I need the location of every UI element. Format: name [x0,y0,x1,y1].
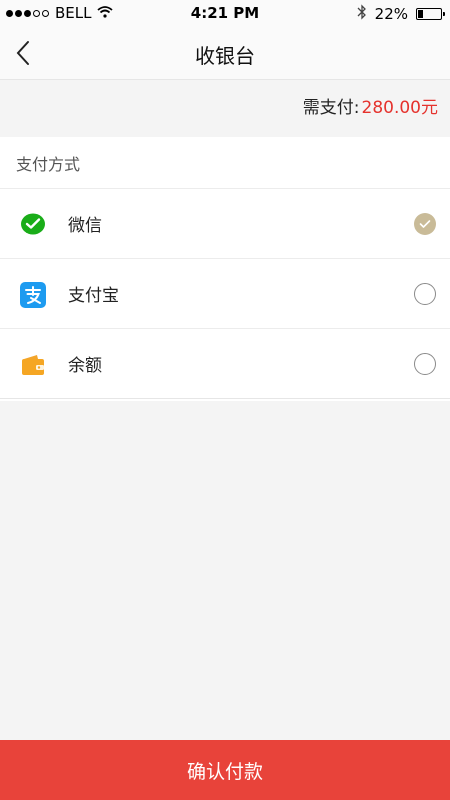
battery-percent: 22% [374,5,408,23]
radio-selected[interactable] [414,213,436,235]
payment-option-label: 余额 [68,356,102,376]
radio-unselected[interactable] [414,283,436,305]
bluetooth-icon [357,4,367,24]
battery-icon [416,8,445,20]
wallet-icon [20,352,46,378]
check-icon [419,220,431,228]
payment-option-label: 微信 [68,216,102,236]
alipay-icon [20,282,46,308]
wechat-icon [20,212,46,238]
status-bar: BELL 4:21 PM 22% [0,0,450,26]
status-right: 22% [357,4,445,24]
page-title: 收银台 [195,44,255,68]
amount-label: 需支付: [302,97,360,118]
amount-bar: 需支付: 280.00元 [0,81,450,129]
payment-section-title: 支付方式 [0,137,450,189]
confirm-payment-button[interactable]: 确认付款 [0,740,450,800]
radio-unselected[interactable] [414,353,436,375]
nav-bar: 收银台 [0,26,450,80]
payment-option-alipay[interactable]: 支付宝 [0,259,450,329]
payment-option-label: 支付宝 [68,286,119,306]
payment-option-wechat[interactable]: 微信 [0,189,450,259]
payment-panel: 支付方式 微信 支付宝 余额 [0,137,450,401]
amount-value: 280.00元 [361,97,438,118]
payment-option-balance[interactable]: 余额 [0,329,450,399]
